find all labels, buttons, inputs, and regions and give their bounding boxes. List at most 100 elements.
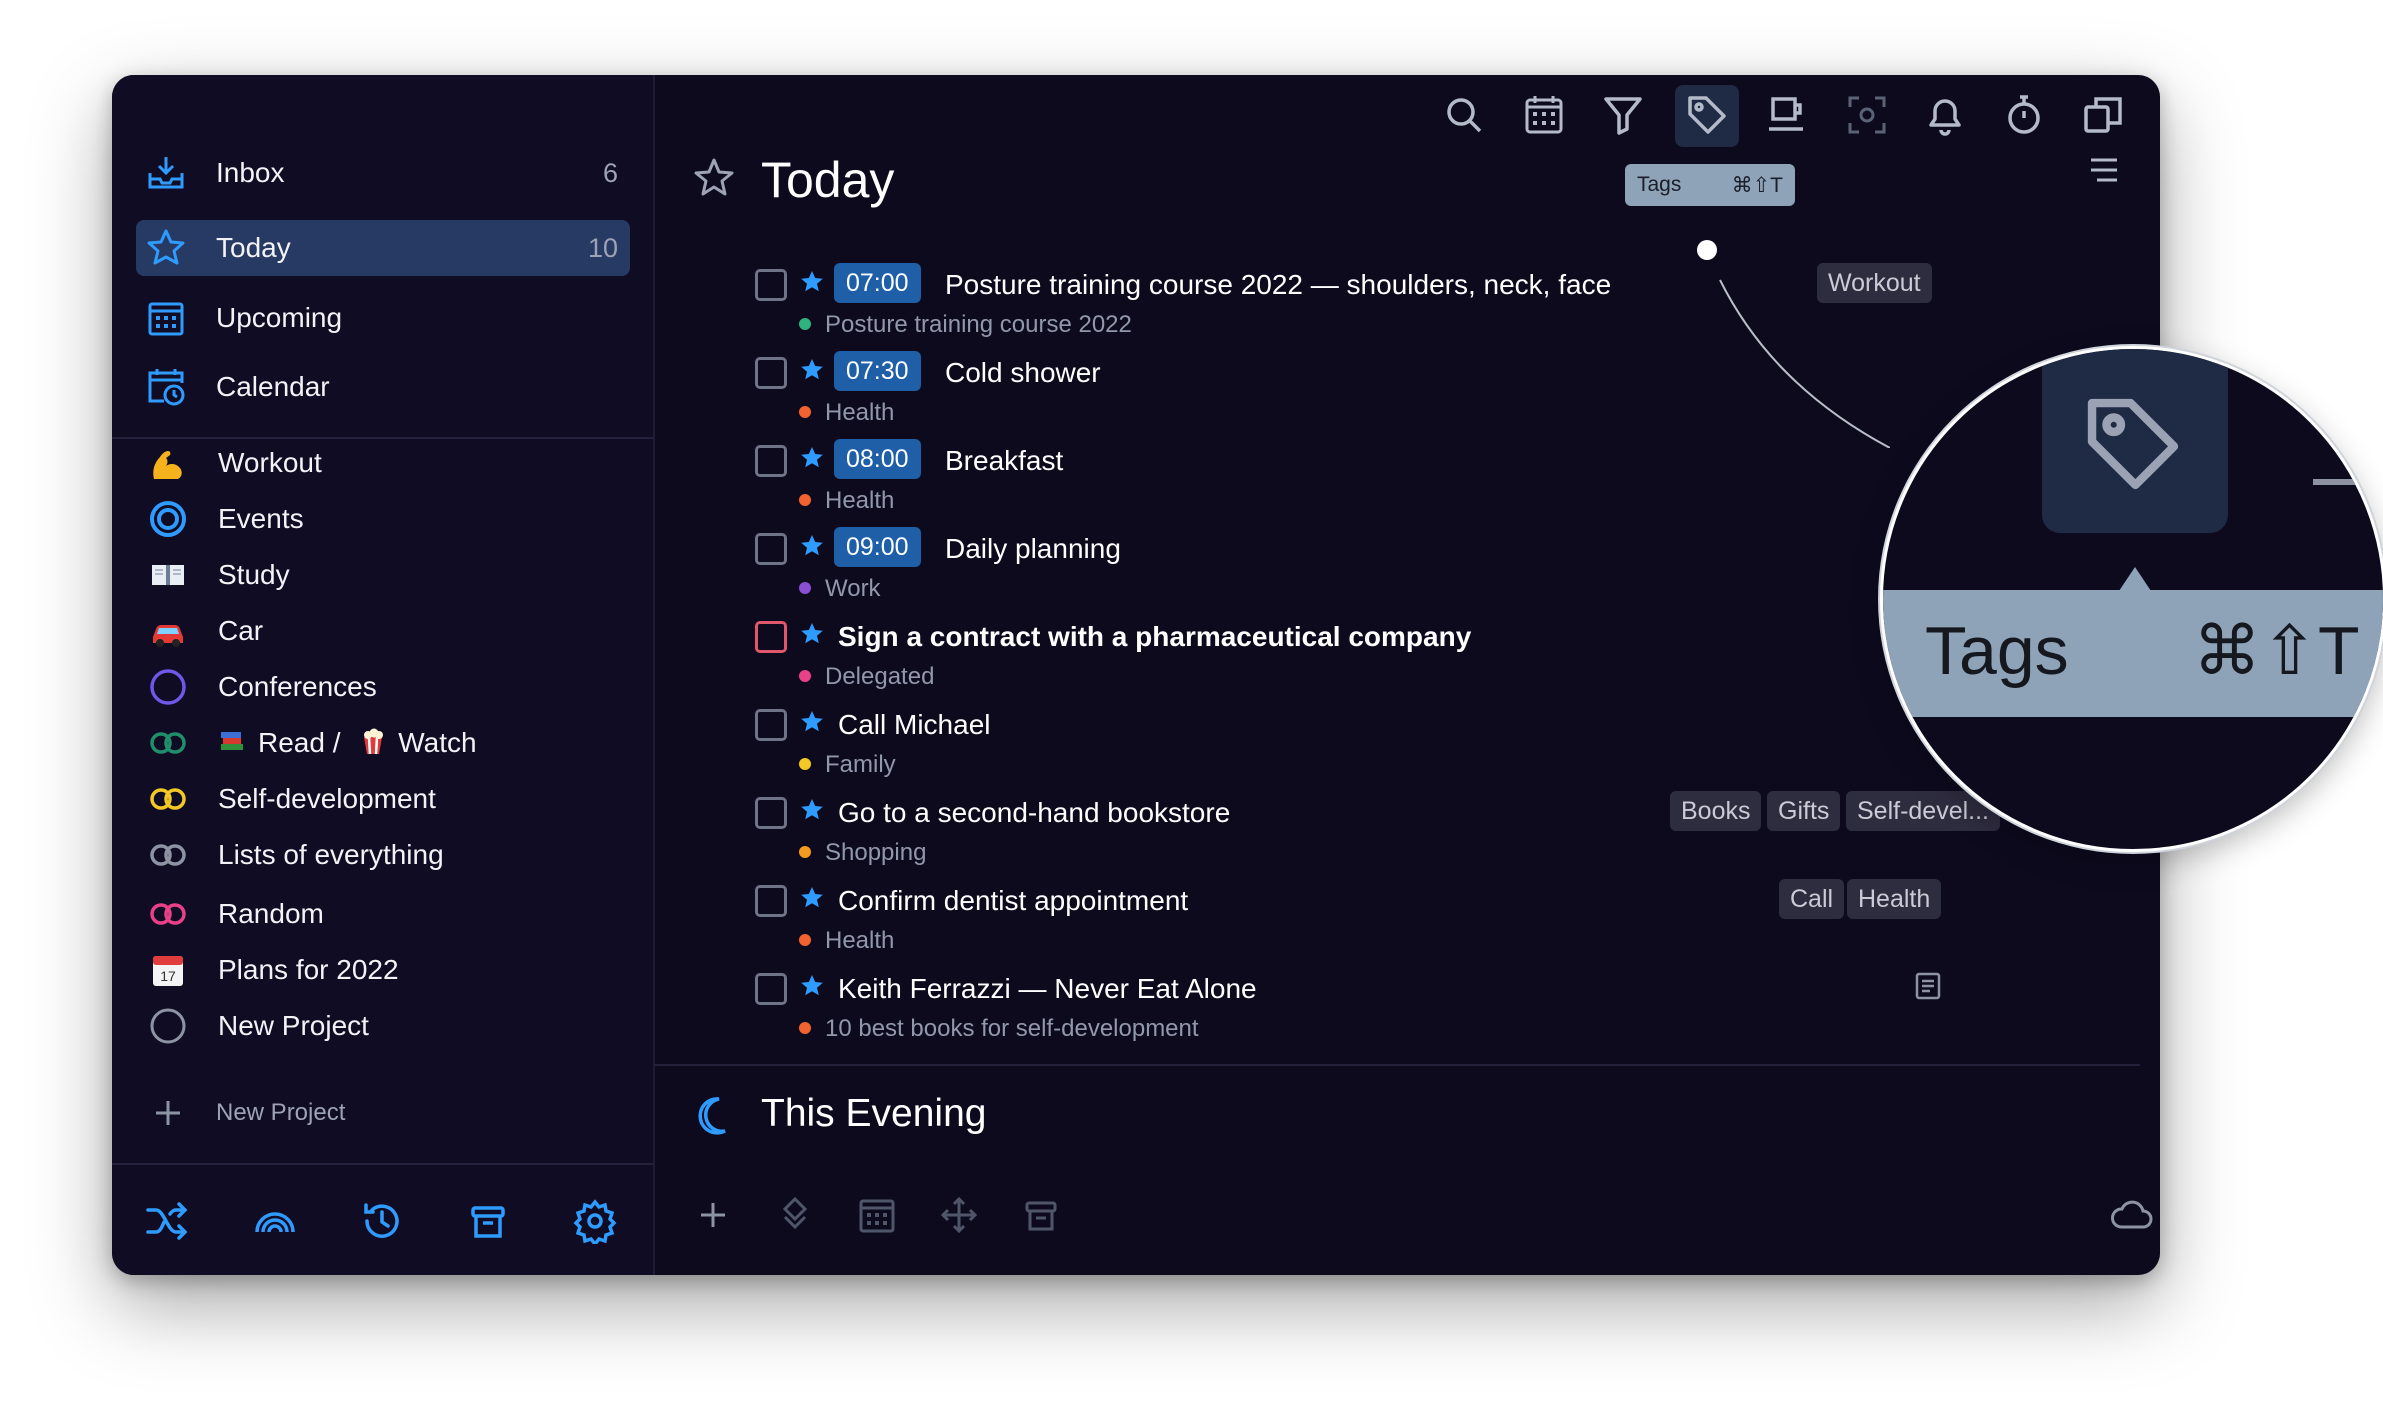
task-row[interactable]: Keith Ferrazzi — Never Eat Alone 10 best…: [755, 965, 2055, 1053]
star-icon: [147, 229, 185, 265]
task-project-label: Health: [825, 487, 895, 514]
coffee-cup-icon[interactable]: [1765, 93, 1809, 137]
sidebar-item-workout[interactable]: Workout: [136, 437, 630, 487]
add-task-icon[interactable]: [693, 1195, 733, 1235]
time-badge: 07:30: [834, 351, 921, 391]
count-badge: 10: [587, 232, 618, 263]
sidebar-item-study[interactable]: Study: [136, 549, 630, 599]
task-checkbox[interactable]: [755, 973, 787, 1005]
task-title: Cold shower: [945, 357, 1101, 388]
task-row[interactable]: 09:00 Daily planning Work: [755, 525, 2055, 613]
focus-icon[interactable]: [1845, 93, 1889, 137]
bell-icon[interactable]: [1923, 93, 1967, 137]
sidebar-item-new-project[interactable]: New Project: [136, 1000, 630, 1050]
star-icon: [801, 447, 823, 468]
sidebar-item-read-watch[interactable]: Read / Watch: [136, 717, 630, 767]
task-row[interactable]: Confirm dentist appointment Health Call …: [755, 877, 2055, 965]
tag-chip[interactable]: Call: [1779, 879, 1845, 919]
tag-chip[interactable]: Books: [1670, 791, 1762, 831]
task-row[interactable]: Go to a second-hand bookstore Shopping B…: [755, 789, 2055, 877]
tag-icon: [2087, 398, 2179, 490]
star-icon: [801, 271, 823, 292]
sidebar-item-conferences[interactable]: Conferences: [136, 661, 630, 711]
task-title: Go to a second-hand bookstore: [838, 797, 1231, 828]
task-project-label: 10 best books for self-development: [825, 1015, 1199, 1042]
move-diamond-icon[interactable]: [775, 1195, 815, 1235]
star-icon: [801, 711, 823, 732]
project-label: New Project: [218, 1010, 369, 1041]
task-row[interactable]: Call Michael Family: [755, 701, 2055, 789]
star-icon: [801, 887, 823, 908]
section-divider: [655, 1064, 2140, 1066]
sidebar-item-lists[interactable]: Lists of everything: [136, 829, 630, 879]
task-project: Posture training course 2022: [799, 311, 1132, 339]
calendar-grid-icon: [148, 302, 184, 336]
move-arrows-icon[interactable]: [939, 1195, 979, 1235]
task-checkbox[interactable]: [755, 621, 787, 653]
sidebar-item-random[interactable]: Random: [136, 888, 630, 938]
project-label: Random: [218, 898, 324, 929]
sidebar-item-calendar[interactable]: Calendar: [136, 359, 630, 415]
task-row[interactable]: Sign a contract with a pharmaceutical co…: [755, 613, 2055, 701]
task-project-label: Family: [825, 751, 896, 778]
task-checkbox[interactable]: [755, 709, 787, 741]
menu-icon[interactable]: [2089, 157, 2119, 183]
inbox-icon: [148, 157, 184, 189]
search-icon[interactable]: [1442, 93, 1486, 137]
sidebar-item-car[interactable]: Car: [136, 605, 630, 655]
sidebar-bottom-divider: [112, 1163, 653, 1165]
moon-icon: [698, 1097, 726, 1135]
task-project: Shopping: [799, 839, 926, 867]
project-dot: [799, 757, 811, 770]
sidebar-item-today[interactable]: Today 10: [136, 220, 630, 276]
delete-icon[interactable]: [1021, 1195, 1061, 1235]
task-checkbox[interactable]: [755, 797, 787, 829]
schedule-icon[interactable]: [857, 1195, 897, 1235]
green-loop-icon: [150, 732, 186, 754]
task-project-label: Posture training course 2022: [825, 311, 1132, 338]
filter-icon[interactable]: [1601, 93, 1645, 137]
open-book-icon: [152, 565, 184, 585]
plus-icon: [156, 1101, 180, 1125]
tag-icon[interactable]: [1685, 93, 1729, 137]
gear-icon[interactable]: [572, 1198, 618, 1244]
task-checkbox[interactable]: [755, 445, 787, 477]
task-project: Health: [799, 487, 894, 515]
note-icon[interactable]: [1914, 971, 1942, 1001]
task-checkbox[interactable]: [755, 269, 787, 301]
task-row[interactable]: 08:00 Breakfast Health: [755, 437, 2055, 525]
tag-chip[interactable]: Health: [1847, 879, 1942, 919]
task-checkbox[interactable]: [755, 357, 787, 389]
task-project-label: Delegated: [825, 663, 935, 690]
task-checkbox[interactable]: [755, 885, 787, 917]
magnified-tags-button: [2042, 349, 2228, 533]
project-label: Self-development: [218, 783, 436, 814]
history-icon[interactable]: [359, 1198, 405, 1244]
star-icon: [801, 623, 823, 644]
sidebar-item-events[interactable]: Events: [136, 493, 630, 543]
project-label: Workout: [218, 447, 322, 478]
section-title-evening: This Evening: [761, 1092, 987, 1135]
calendar-icon[interactable]: [1522, 93, 1566, 137]
tag-chip[interactable]: Gifts: [1767, 791, 1841, 831]
trash-icon[interactable]: [465, 1198, 511, 1244]
shuffle-icon[interactable]: [144, 1198, 190, 1244]
sidebar-item-upcoming[interactable]: Upcoming: [136, 290, 630, 346]
rainbow-icon[interactable]: [252, 1198, 298, 1244]
purple-ring-icon: [150, 669, 186, 705]
sidebar-item-inbox[interactable]: Inbox 6: [136, 145, 630, 201]
sidebar-item-self-development[interactable]: Self-development: [136, 773, 630, 823]
popcorn-icon: [360, 727, 386, 755]
add-project-button[interactable]: New Project: [136, 1087, 630, 1137]
project-dot: [799, 845, 811, 858]
task-title: Daily planning: [945, 533, 1121, 564]
task-checkbox[interactable]: [755, 533, 787, 565]
sidebar-item-label: Inbox: [216, 157, 285, 188]
project-label: Car: [218, 615, 264, 646]
sidebar-item-plans-2022[interactable]: 17 Plans for 2022: [136, 944, 630, 994]
project-dot: [799, 493, 811, 506]
cloud-sync-icon[interactable]: [2109, 1195, 2153, 1235]
car-icon: [153, 625, 183, 647]
copy-windows-icon[interactable]: [2081, 93, 2125, 137]
stopwatch-icon[interactable]: [2002, 93, 2046, 137]
